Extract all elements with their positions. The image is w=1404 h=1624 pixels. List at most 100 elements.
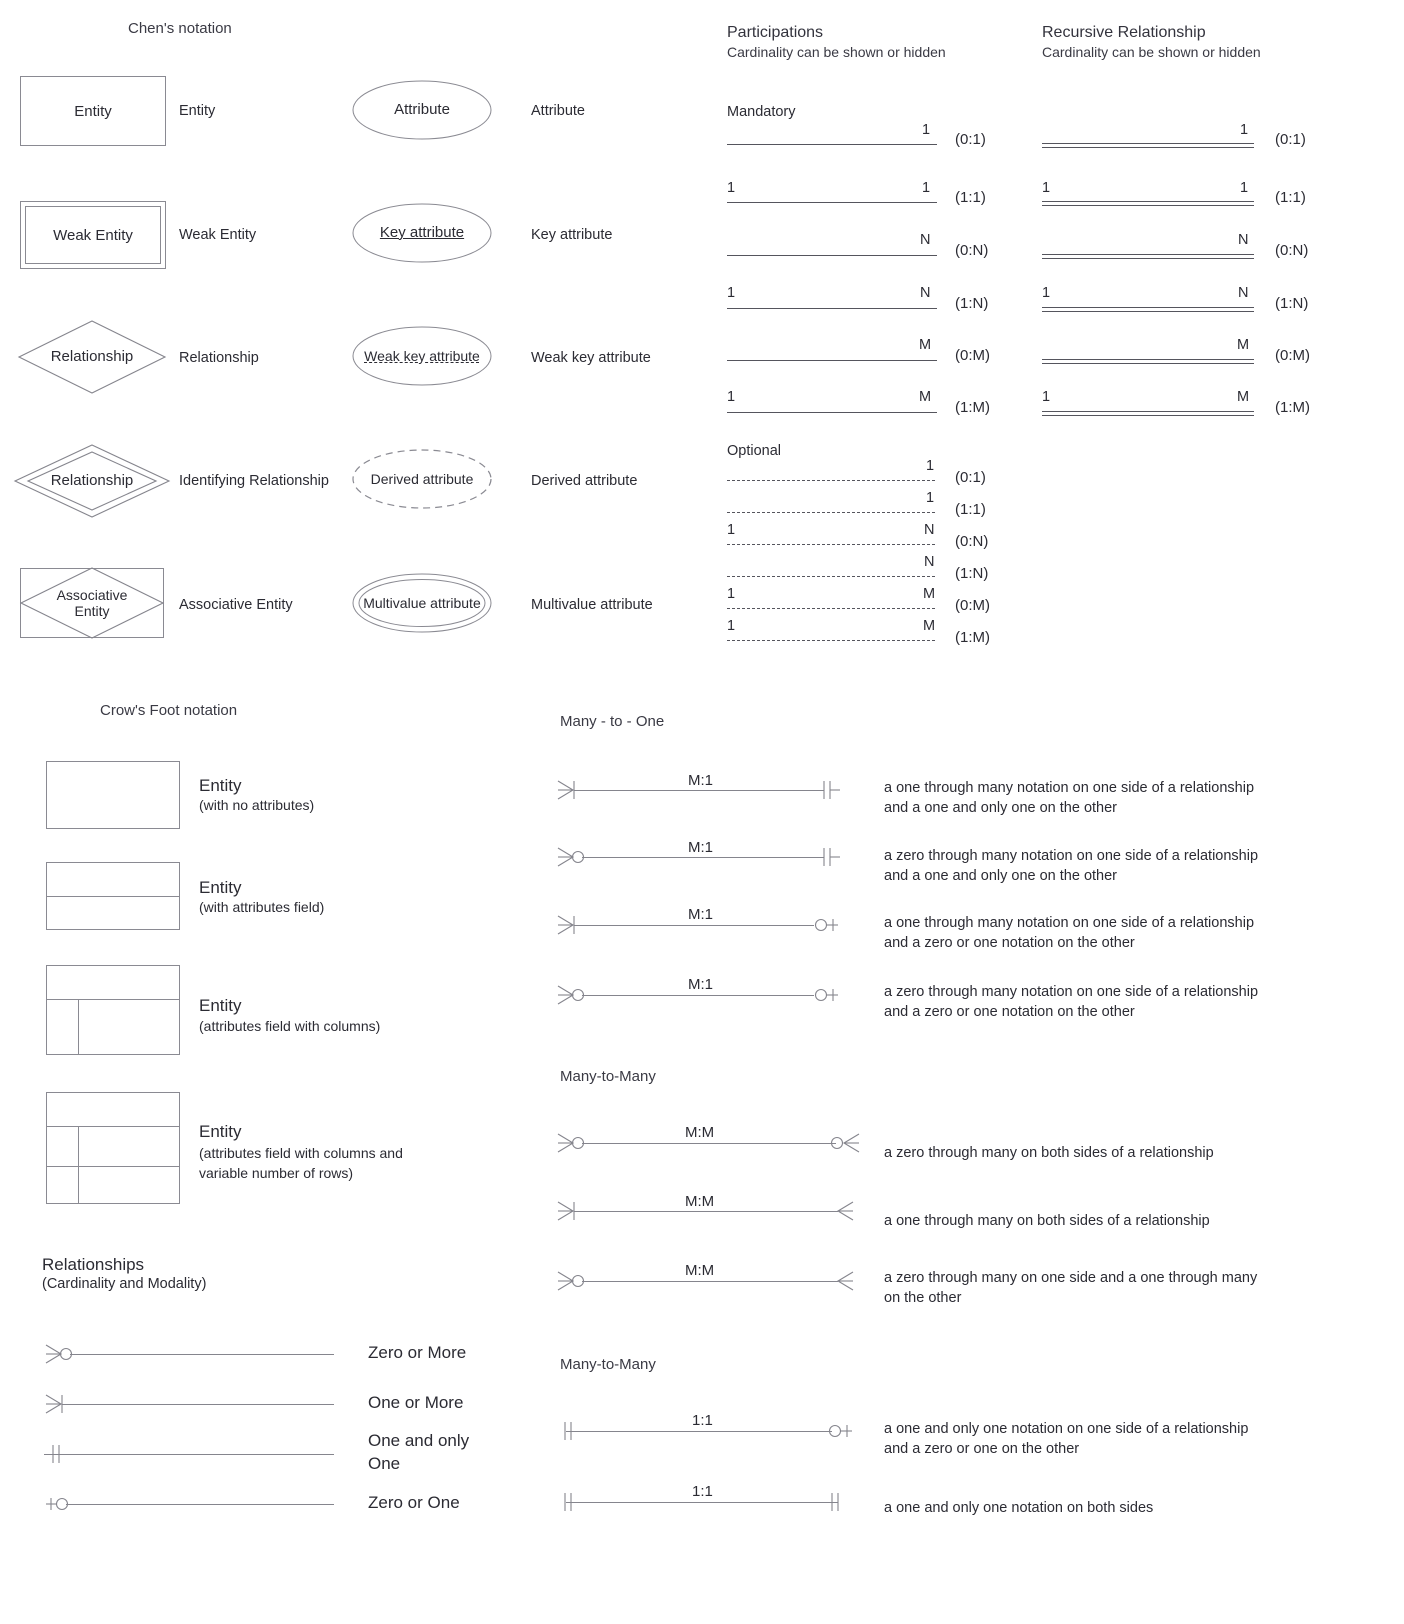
connector-line xyxy=(582,1281,838,1282)
modality-label: Zero or More xyxy=(368,1343,467,1362)
chen-shape-attribute: Attribute xyxy=(352,80,492,140)
cf-entity-note: (with attributes field) xyxy=(199,899,325,915)
cardinality-paren: (1:1) xyxy=(955,501,986,518)
diamond-icon xyxy=(17,320,167,394)
chen-shape-identifying-relationship: Relationship xyxy=(13,444,171,518)
cardinality-right: M xyxy=(919,389,932,405)
participations-title: Participations xyxy=(727,24,824,41)
m1-description: a zero through many notation on one side… xyxy=(884,984,1259,1020)
connector-line xyxy=(70,1354,334,1355)
cardinality-paren: (0:1) xyxy=(1275,131,1306,148)
crowfoot-bar-icon xyxy=(45,1394,63,1414)
connector-line xyxy=(574,790,824,791)
participation-line xyxy=(727,144,937,145)
cardinality-paren: (1:M) xyxy=(955,629,990,646)
cf-entity-name: Entity xyxy=(199,878,242,897)
cardinality-right: M xyxy=(1237,337,1250,353)
many-to-many-title: Many-to-Many xyxy=(560,1068,656,1085)
chen-caption-weak-key-attribute: Weak key attribute xyxy=(531,350,651,366)
connector-line xyxy=(566,1431,832,1432)
double-bar-icon xyxy=(52,1445,60,1463)
chen-caption-weak-entity: Weak Entity xyxy=(179,227,257,243)
cardinality-left: 1 xyxy=(727,389,736,405)
participation-line xyxy=(727,255,937,256)
cf-divider xyxy=(47,1126,179,1127)
weak-entity-inner-border: Weak Entity xyxy=(25,206,161,264)
cf-entity-attributes-columns-rows xyxy=(46,1092,180,1204)
crows-foot-notation-title: Crow's Foot notation xyxy=(100,702,238,719)
chen-caption-key-attribute: Key attribute xyxy=(531,227,613,243)
m1-description: a one through many notation on one side … xyxy=(884,915,1255,951)
cardinality-paren: (0:N) xyxy=(955,533,989,550)
crowfoot-circle-icon xyxy=(557,1133,585,1153)
double-bar-icon xyxy=(823,781,840,799)
mandatory-label: Mandatory xyxy=(727,104,796,120)
crowfoot-only-icon xyxy=(836,1271,854,1291)
crowfoot-circle-icon xyxy=(557,985,585,1005)
cardinality-paren: (1:1) xyxy=(955,189,986,206)
circle-bar-icon xyxy=(828,1424,852,1438)
chen-shape-derived-attribute: Derived attribute xyxy=(352,449,492,509)
recursive-double-line xyxy=(1042,411,1254,416)
double-bar-icon xyxy=(823,848,840,866)
crowfoot-bar-icon xyxy=(557,780,575,800)
connector-line xyxy=(574,925,814,926)
chens-notation-title: Chen's notation xyxy=(128,20,232,37)
connector-line xyxy=(566,1502,838,1503)
recursive-double-line xyxy=(1042,143,1254,148)
cardinality-left: 1 xyxy=(727,180,736,196)
mm-label: M:M xyxy=(685,1262,715,1279)
circle-bar-icon xyxy=(814,918,838,932)
cardinality-left: 1 xyxy=(727,522,736,538)
m1-label: M:1 xyxy=(688,976,714,993)
modality-row-zero-or-more xyxy=(44,1340,334,1368)
connector-line xyxy=(62,1404,334,1405)
cf-column-divider xyxy=(78,999,79,1054)
cardinality-paren: (0:N) xyxy=(955,242,989,259)
many-to-one-title: Many - to - One xyxy=(560,713,665,730)
circle-bar-icon xyxy=(814,988,838,1002)
cardinality-left: 1 xyxy=(727,285,736,301)
modality-label: Zero or One xyxy=(368,1493,460,1512)
modality-row-one-and-only-one xyxy=(44,1440,334,1468)
cf-entity-note: (attributes field with columns) xyxy=(199,1018,381,1034)
cf-divider xyxy=(47,999,179,1000)
connector-line xyxy=(574,1211,838,1212)
cf-divider xyxy=(47,896,179,897)
bar-circle-icon xyxy=(46,1497,69,1511)
participation-line xyxy=(727,308,937,309)
cardinality-right: 1 xyxy=(926,458,935,474)
chen-caption-attribute: Attribute xyxy=(531,103,585,119)
chen-caption-identifying-relationship: Identifying Relationship xyxy=(179,473,329,489)
chen-shape-weak-key-attribute: Weak key attribute xyxy=(352,326,492,386)
chen-caption-entity: Entity xyxy=(179,103,216,119)
chen-shape-multivalue-attribute: Multivalue attribute xyxy=(352,573,492,633)
double-bar-icon xyxy=(564,1493,572,1511)
cf-entity-name: Entity xyxy=(199,1122,242,1141)
crowfoot-only-icon xyxy=(836,1201,854,1221)
mm-description: a zero through many on both sides of a r… xyxy=(884,1145,1214,1161)
connector-line xyxy=(582,857,824,858)
crowfoot-bar-icon xyxy=(557,915,575,935)
m1-description: a zero through many notation on one side… xyxy=(884,848,1259,884)
double-diamond-icon xyxy=(13,444,171,518)
ellipse-icon xyxy=(352,326,492,386)
participation-line xyxy=(727,360,937,361)
mm-label: M:M xyxy=(685,1124,715,1141)
recursive-relationship-subtitle: Cardinality can be shown or hidden xyxy=(1042,44,1261,60)
mm-description: a one through many on both sides of a re… xyxy=(884,1213,1210,1229)
cardinality-paren: (0:1) xyxy=(955,469,986,486)
cf-entity-note: (attributes field with columns and varia… xyxy=(199,1145,403,1181)
cardinality-right: M xyxy=(919,337,932,353)
cf-entity-with-attributes-field xyxy=(46,862,180,930)
recursive-relationship-title: Recursive Relationship xyxy=(1042,24,1206,41)
m1-label: M:1 xyxy=(688,772,714,789)
cardinality-left: 1 xyxy=(1042,180,1051,196)
participation-line xyxy=(727,202,937,203)
chen-shape-key-attribute: Key attribute xyxy=(352,203,492,263)
crowfoot-circle-icon xyxy=(557,1271,585,1291)
circle-crowfoot-icon xyxy=(830,1133,860,1153)
participation-line-dashed xyxy=(727,480,935,481)
cf-entity-name: Entity xyxy=(199,996,242,1015)
cf-entity-attributes-with-columns xyxy=(46,965,180,1055)
